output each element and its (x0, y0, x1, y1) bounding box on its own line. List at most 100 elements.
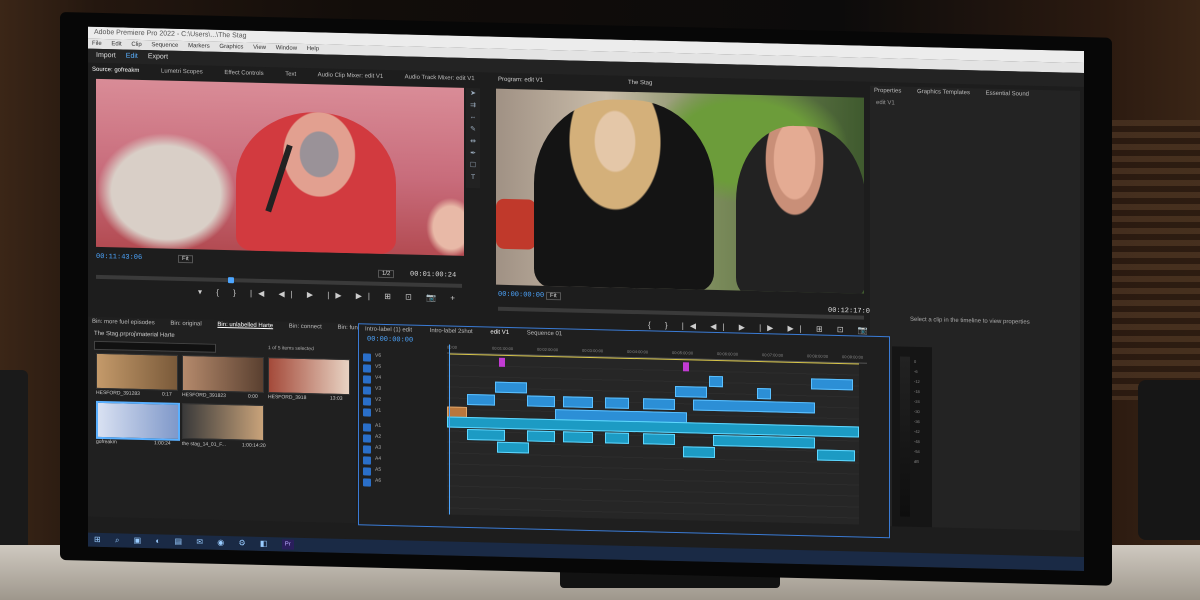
settings-icon[interactable]: ⚙ (238, 538, 245, 547)
menu-edit[interactable]: Edit (111, 41, 121, 47)
workspace-edit[interactable]: Edit (126, 53, 138, 60)
track-toggle[interactable] (363, 364, 371, 373)
timeline-clip[interactable] (605, 397, 629, 409)
track-toggle[interactable] (363, 434, 371, 443)
program-scrub-bar[interactable] (498, 306, 864, 320)
menu-window[interactable]: Window (276, 45, 297, 52)
timeline-clip[interactable] (563, 396, 593, 409)
edge-icon[interactable]: ◐ (155, 536, 160, 545)
timeline-tab-2[interactable]: Intro-label 2shot (430, 328, 473, 335)
timeline-audio-clip[interactable] (605, 432, 629, 444)
timeline-clip[interactable] (467, 393, 495, 406)
project-thumb-1[interactable] (96, 352, 178, 391)
project-search-input[interactable] (94, 340, 216, 353)
timeline-clip[interactable] (709, 375, 723, 388)
outlook-icon[interactable]: ◧ (260, 539, 268, 548)
track-label-v5[interactable]: V5 (375, 364, 381, 370)
tab-graphics-templates[interactable]: Graphics Templates (917, 89, 970, 96)
type-icon[interactable]: T (466, 172, 480, 184)
track-toggle[interactable] (363, 408, 371, 417)
menu-file[interactable]: File (92, 41, 102, 47)
timeline-clip[interactable] (495, 381, 527, 394)
track-toggle[interactable] (363, 386, 371, 395)
timeline-clip[interactable] (693, 399, 815, 414)
source-playhead[interactable] (228, 277, 234, 284)
track-toggle[interactable] (363, 353, 371, 362)
task-view-icon[interactable]: ▣ (134, 536, 142, 545)
menu-graphics[interactable]: Graphics (219, 44, 243, 51)
tab-text[interactable]: Text (285, 72, 296, 78)
bin-tab-original[interactable]: Bin: original (170, 321, 201, 328)
project-thumb-4[interactable] (96, 400, 180, 441)
timeline-track-area[interactable] (447, 354, 859, 525)
tab-effect-controls[interactable]: Effect Controls (224, 70, 263, 77)
timeline-clip[interactable] (683, 362, 689, 372)
timeline-audio-clip[interactable] (563, 431, 593, 444)
tab-lumetri-scopes[interactable]: Lumetri Scopes (161, 68, 203, 75)
project-thumb-2[interactable] (182, 354, 264, 393)
track-label-v3[interactable]: V3 (375, 386, 381, 392)
menu-view[interactable]: View (253, 45, 266, 51)
track-toggle[interactable] (363, 467, 371, 476)
bin-tab-connect[interactable]: Bin: connect (289, 324, 322, 331)
track-label-a3[interactable]: A3 (375, 445, 381, 451)
track-label-v1[interactable]: V1 (375, 408, 381, 414)
tab-audio-track-mixer[interactable]: Audio Track Mixer: edit V1 (405, 74, 475, 82)
mail-icon[interactable]: ✉ (196, 537, 203, 546)
timeline-audio-clip[interactable] (643, 433, 675, 446)
timeline-clip[interactable] (527, 395, 555, 408)
project-thumb-5[interactable] (182, 402, 264, 441)
bin-tab-fun[interactable]: Bin: fun (337, 325, 357, 331)
timeline-clip[interactable] (499, 357, 505, 367)
track-toggle[interactable] (363, 423, 371, 432)
slip-icon[interactable]: ⇹ (466, 136, 480, 148)
menu-help[interactable]: Help (307, 46, 319, 52)
razor-icon[interactable]: ✎ (466, 124, 480, 136)
timeline-audio-clip[interactable] (817, 449, 855, 462)
timeline-audio-clip[interactable] (683, 446, 715, 459)
track-label-a4[interactable]: A4 (375, 456, 381, 462)
track-toggle[interactable] (363, 456, 371, 465)
track-label-a6[interactable]: A6 (375, 478, 381, 484)
source-zoom-select[interactable]: 1/2 (378, 269, 395, 279)
menu-markers[interactable]: Markers (188, 43, 210, 50)
bin-tab-unlabelled-harte[interactable]: Bin: unlabelled Harte (217, 322, 273, 329)
track-toggle[interactable] (363, 397, 371, 406)
search-icon[interactable]: ⌕ (115, 535, 119, 544)
folder-icon[interactable]: ▤ (175, 537, 183, 546)
tab-source[interactable]: Source: gofreakm (92, 67, 139, 74)
workspace-export[interactable]: Export (148, 53, 168, 60)
source-video[interactable] (96, 78, 464, 256)
ripple-edit-icon[interactable]: ⇔ (466, 112, 480, 124)
track-label-a1[interactable]: A1 (375, 423, 381, 429)
menu-clip[interactable]: Clip (131, 42, 141, 48)
premiere-icon[interactable]: Pr (281, 539, 294, 550)
hand-icon[interactable]: ☐ (466, 160, 480, 172)
program-fit-select[interactable]: Fit (546, 291, 561, 301)
timeline-tab-3[interactable]: edit V1 (490, 330, 509, 336)
menu-sequence[interactable]: Sequence (151, 42, 178, 49)
tab-essential-sound[interactable]: Essential Sound (986, 91, 1029, 98)
program-timecode-in[interactable]: 00:00:00:00 (498, 291, 544, 300)
source-scrub-bar[interactable] (96, 274, 462, 288)
source-fit-select[interactable]: Fit (178, 254, 193, 264)
timeline-tab-4[interactable]: Sequence 01 (527, 330, 562, 337)
timeline-clip[interactable] (757, 388, 771, 400)
timeline-clip[interactable] (811, 378, 853, 391)
source-transport-controls[interactable]: ▾ { } |◀ ◀| ▶ |▶ ▶| ⊞ ⊡ 📷 + (198, 287, 461, 302)
track-label-v2[interactable]: V2 (375, 397, 381, 403)
track-label-v6[interactable]: V6 (375, 353, 381, 359)
track-select-icon[interactable]: ⇉ (466, 100, 480, 112)
timeline-audio-clip[interactable] (467, 428, 505, 441)
timeline-tab-1[interactable]: Intro-label (1) edit (365, 326, 412, 333)
timeline-audio-clip[interactable] (497, 441, 529, 454)
project-thumb-3[interactable] (268, 357, 350, 396)
timeline-audio-clip[interactable] (527, 430, 555, 443)
track-label-v4[interactable]: V4 (375, 375, 381, 381)
track-label-a2[interactable]: A2 (375, 434, 381, 440)
program-video[interactable] (496, 88, 864, 294)
tab-properties[interactable]: Properties (874, 88, 901, 95)
selection-tool-icon[interactable]: ➤ (466, 88, 480, 100)
track-toggle[interactable] (363, 445, 371, 454)
source-timecode-in[interactable]: 00:11:43:06 (96, 253, 142, 262)
